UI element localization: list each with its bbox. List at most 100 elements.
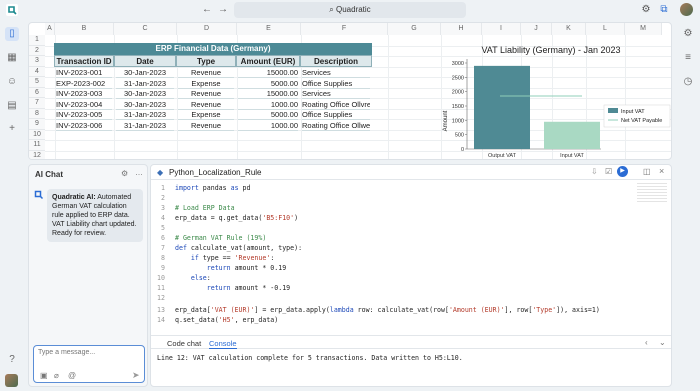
table-cell[interactable]: Roating Office Ollwe xyxy=(302,121,370,131)
table-cell[interactable]: Roating Office Ollvre xyxy=(302,100,370,110)
table-cell[interactable]: 15000.00 xyxy=(238,68,298,78)
column-header[interactable]: D xyxy=(177,23,237,35)
tab-code-chat[interactable]: Code chat xyxy=(167,339,201,348)
row-header[interactable]: 11 xyxy=(29,140,45,151)
send-icon[interactable]: ➤ xyxy=(132,370,140,381)
column-header[interactable]: F xyxy=(301,23,388,35)
more-icon[interactable]: … xyxy=(135,168,143,177)
table-cell[interactable]: EXP-2023-002 xyxy=(56,79,112,89)
row-header[interactable]: 3 xyxy=(29,56,45,67)
vat-liability-chart[interactable]: VAT Liability (Germany) - Jan 2023 Amoun… xyxy=(439,41,672,159)
chevron-left-icon[interactable]: ‹ xyxy=(645,338,648,347)
table-cell[interactable]: 31-Jan-2023 xyxy=(116,110,174,120)
files-icon[interactable]: ▯ xyxy=(5,27,19,41)
table-icon[interactable]: ▦ xyxy=(5,51,19,65)
people-icon[interactable]: ☺ xyxy=(5,75,19,89)
table-cell[interactable]: 31-Jan-2023 xyxy=(116,121,174,131)
column-header[interactable]: J xyxy=(521,23,552,35)
share-icon[interactable]: ⧉ xyxy=(658,4,670,16)
forward-arrow-icon[interactable]: → xyxy=(218,4,228,15)
chevron-down-icon[interactable]: ⌄ xyxy=(659,338,666,347)
table-cell[interactable]: Revenue xyxy=(178,100,234,110)
column-header[interactable]: H xyxy=(441,23,482,35)
settings-panel-icon[interactable]: ⚙ xyxy=(681,27,695,41)
row-header[interactable]: 9 xyxy=(29,119,45,130)
chat-input-box[interactable]: ▣ ⌀ @ ➤ xyxy=(33,345,145,383)
column-header[interactable]: K xyxy=(552,23,586,35)
table-header-cell[interactable]: Description xyxy=(300,55,372,67)
table-cell[interactable]: 1000.00 xyxy=(238,121,298,131)
table-cell[interactable]: 30-Jan-2023 xyxy=(116,68,174,78)
table-header-cell[interactable]: Amount (EUR) xyxy=(236,55,300,67)
split-view-icon[interactable]: ◫ xyxy=(643,167,651,176)
table-cell[interactable]: INV-2023-001 xyxy=(56,68,112,78)
column-header[interactable]: M xyxy=(625,23,662,35)
column-header[interactable]: I xyxy=(482,23,521,35)
column-header[interactable]: G xyxy=(388,23,441,35)
table-header-cell[interactable]: Type xyxy=(176,55,236,67)
avatar[interactable] xyxy=(680,3,693,16)
history-icon[interactable]: ◷ xyxy=(681,75,695,89)
table-cell[interactable]: INV-2023-006 xyxy=(56,121,112,131)
table-cell[interactable]: 1000.00 xyxy=(238,100,298,110)
column-header[interactable]: B xyxy=(55,23,114,35)
code-minimap[interactable] xyxy=(637,183,667,203)
table-cell[interactable]: 30-Jan-2023 xyxy=(116,89,174,99)
table-cell[interactable]: 5000.00 xyxy=(238,110,298,120)
list-icon[interactable]: ≡ xyxy=(681,51,695,65)
table-cell[interactable]: Expense xyxy=(178,110,234,120)
close-icon[interactable]: × xyxy=(659,166,664,176)
code-tab-title[interactable]: Python_Localization_Rule xyxy=(169,168,262,177)
table-header-cell[interactable]: Date xyxy=(114,55,176,67)
row-header[interactable]: 2 xyxy=(29,45,45,56)
download-icon[interactable]: ⇩ xyxy=(591,167,598,176)
row-header[interactable]: 12 xyxy=(29,150,45,159)
row-header[interactable]: 1 xyxy=(29,35,45,46)
chat-settings-icon[interactable]: ⚙ xyxy=(121,169,128,178)
search-bar[interactable]: ⌕ Quadratic xyxy=(234,2,466,18)
table-cell[interactable]: Services xyxy=(302,89,370,99)
table-cell[interactable]: Revenue xyxy=(178,68,234,78)
document-icon[interactable]: ▤ xyxy=(5,99,19,113)
code-text: erp_data = q.get_data('B5:F10') xyxy=(175,213,298,223)
checklist-icon[interactable]: ☑ xyxy=(605,167,612,176)
attach-icon[interactable]: ⌀ xyxy=(54,371,59,380)
row-header[interactable]: 5 xyxy=(29,77,45,88)
table-cell[interactable]: Office Supplies xyxy=(302,79,370,89)
table-cell[interactable]: 5000.00 xyxy=(238,79,298,89)
column-header[interactable]: A xyxy=(45,23,55,35)
console-output: Line 12: VAT calculation complete for 5 … xyxy=(157,354,463,362)
column-header[interactable]: E xyxy=(237,23,301,35)
table-cell[interactable]: 30-Jan-2023 xyxy=(116,100,174,110)
table-cell[interactable]: INV-2023-005 xyxy=(56,110,112,120)
table-cell[interactable]: INV-2023-003 xyxy=(56,89,112,99)
mention-icon[interactable]: @ xyxy=(68,371,76,380)
table-cell[interactable]: Revenue xyxy=(178,89,234,99)
help-icon[interactable]: ? xyxy=(5,353,19,367)
table-cell[interactable]: Office Supplies xyxy=(302,110,370,120)
back-arrow-icon[interactable]: ← xyxy=(202,4,212,15)
user-avatar[interactable] xyxy=(5,374,18,387)
table-cell[interactable]: 31-Jan-2023 xyxy=(116,79,174,89)
chat-input[interactable] xyxy=(38,349,140,363)
table-cell[interactable]: Revenue xyxy=(178,121,234,131)
run-icon[interactable]: ▶ xyxy=(617,166,628,177)
row-header[interactable]: 6 xyxy=(29,87,45,98)
table-cell[interactable]: INV-2023-004 xyxy=(56,100,112,110)
tab-console[interactable]: Console xyxy=(209,339,237,349)
quadratic-logo-icon[interactable] xyxy=(6,4,18,16)
table-cell[interactable]: Expense xyxy=(178,79,234,89)
spreadsheet-grid[interactable]: ABCDEFGHIJKLM 1 2 3 4 5 6 7 8 9 10 11 12 ERP Financ… xyxy=(28,22,672,160)
settings-icon[interactable]: ⚙ xyxy=(640,4,652,16)
table-cell[interactable]: 15000.00 xyxy=(238,89,298,99)
table-cell[interactable]: Services xyxy=(302,68,370,78)
row-header[interactable]: 10 xyxy=(29,129,45,140)
table-header-cell[interactable]: Transaction ID xyxy=(54,55,114,67)
add-icon[interactable]: + xyxy=(5,122,19,136)
row-header[interactable]: 7 xyxy=(29,98,45,109)
row-header[interactable]: 8 xyxy=(29,108,45,119)
column-header[interactable]: C xyxy=(114,23,177,35)
image-icon[interactable]: ▣ xyxy=(40,371,48,380)
row-header[interactable]: 4 xyxy=(29,66,45,77)
column-header[interactable]: L xyxy=(586,23,625,35)
